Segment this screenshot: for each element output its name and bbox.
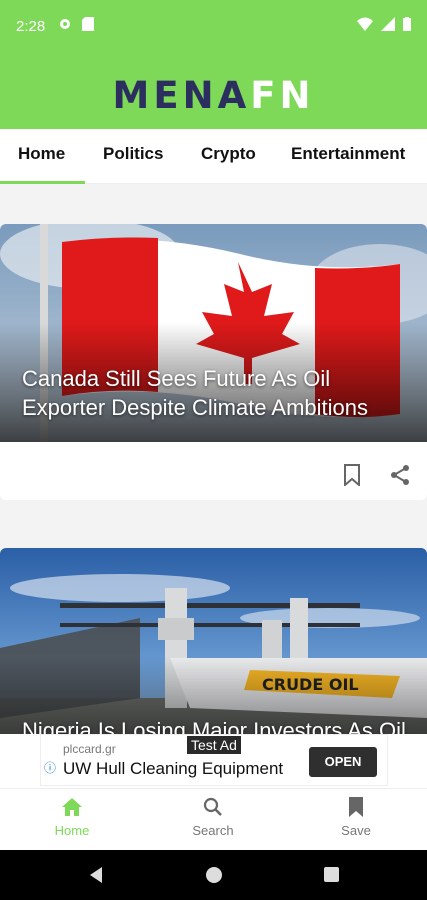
logo-text-fn: FN xyxy=(250,74,315,117)
recents-icon[interactable] xyxy=(324,867,339,882)
status-left-icons xyxy=(58,17,94,31)
article-image[interactable]: Canada Still Sees Future As Oil Exporter… xyxy=(0,224,427,442)
nav-home[interactable]: Home xyxy=(22,797,122,838)
news-feed[interactable]: Canada Still Sees Future As Oil Exporter… xyxy=(0,184,427,734)
search-icon xyxy=(203,797,222,816)
app-logo: MENAFN xyxy=(0,74,427,117)
home-button-icon[interactable] xyxy=(205,866,223,884)
bookmark-icon xyxy=(349,797,363,817)
ad-label: Test Ad xyxy=(187,736,241,754)
settings-icon xyxy=(60,19,70,29)
status-right-icons xyxy=(357,17,411,31)
nav-save-label: Save xyxy=(341,823,371,838)
system-navigation-bar xyxy=(0,850,427,900)
bookmark-icon[interactable] xyxy=(343,464,361,486)
ad-banner[interactable]: Test Ad ⓘ plccard.gr UW Hull Cleaning Eq… xyxy=(40,734,388,786)
signal-icon xyxy=(381,17,395,31)
ad-info-icon[interactable]: ⓘ xyxy=(44,759,56,776)
article-actions xyxy=(343,464,411,486)
share-icon[interactable] xyxy=(389,464,411,486)
ad-title[interactable]: UW Hull Cleaning Equipment xyxy=(63,759,283,779)
sd-card-icon xyxy=(82,17,94,31)
nav-save[interactable]: Save xyxy=(306,797,406,838)
bottom-navigation: Home Search Save xyxy=(0,788,427,850)
article-title[interactable]: Nigeria Is Losing Major Investors As Oil… xyxy=(22,716,407,734)
nav-home-label: Home xyxy=(54,823,90,838)
nav-search-label: Search xyxy=(192,823,234,838)
home-icon xyxy=(62,798,82,816)
article-image[interactable]: CRUDE OIL Nigeria Is Losing Major Invest… xyxy=(0,548,427,734)
status-time: 2:28 xyxy=(16,18,46,35)
wifi-icon xyxy=(357,17,373,31)
article-title[interactable]: Canada Still Sees Future As Oil Exporter… xyxy=(22,364,407,422)
tab-home[interactable]: Home xyxy=(18,144,65,164)
oil-pipeline-image: CRUDE OIL xyxy=(0,548,427,734)
battery-icon xyxy=(403,17,411,31)
article-card[interactable]: Canada Still Sees Future As Oil Exporter… xyxy=(0,224,427,500)
article-card[interactable]: CRUDE OIL Nigeria Is Losing Major Invest… xyxy=(0,548,427,734)
tab-politics[interactable]: Politics xyxy=(103,144,163,164)
app-header: MENAFN xyxy=(0,54,427,129)
tab-entertainment[interactable]: Entertainment xyxy=(291,144,405,164)
nav-search[interactable]: Search xyxy=(163,797,263,838)
tab-crypto[interactable]: Crypto xyxy=(201,144,256,164)
status-bar: 2:28 xyxy=(0,0,427,54)
ad-domain: plccard.gr xyxy=(63,742,116,756)
ad-open-button[interactable]: OPEN xyxy=(309,747,377,777)
category-tabs: Home Politics Crypto Entertainment xyxy=(0,129,427,184)
back-icon[interactable] xyxy=(88,867,104,883)
logo-text-mena: MENA xyxy=(112,74,251,117)
